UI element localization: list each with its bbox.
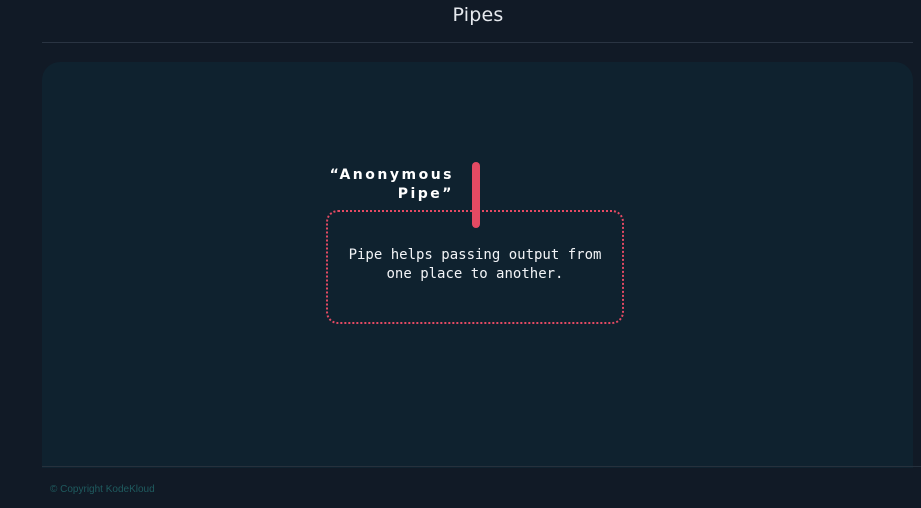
page-title: Pipes [452, 4, 504, 26]
label-line-1: “Anonymous [329, 167, 454, 183]
pipe-description-box: Pipe helps passing output from one place… [326, 210, 624, 324]
label-line-2: Pipe” [397, 186, 454, 202]
header-divider [42, 42, 913, 43]
copyright-text: © Copyright KodeKloud [50, 484, 155, 495]
description-line-1: Pipe helps passing output from [348, 247, 602, 263]
footer-divider [42, 466, 921, 467]
slide-page: Pipes “Anonymous Pipe” Pipe helps passin… [0, 0, 921, 508]
description-line-2: one place to another. [386, 266, 564, 282]
pipe-description: Pipe helps passing output from one place… [340, 246, 610, 284]
anonymous-pipe-label: “Anonymous Pipe” [300, 166, 454, 204]
